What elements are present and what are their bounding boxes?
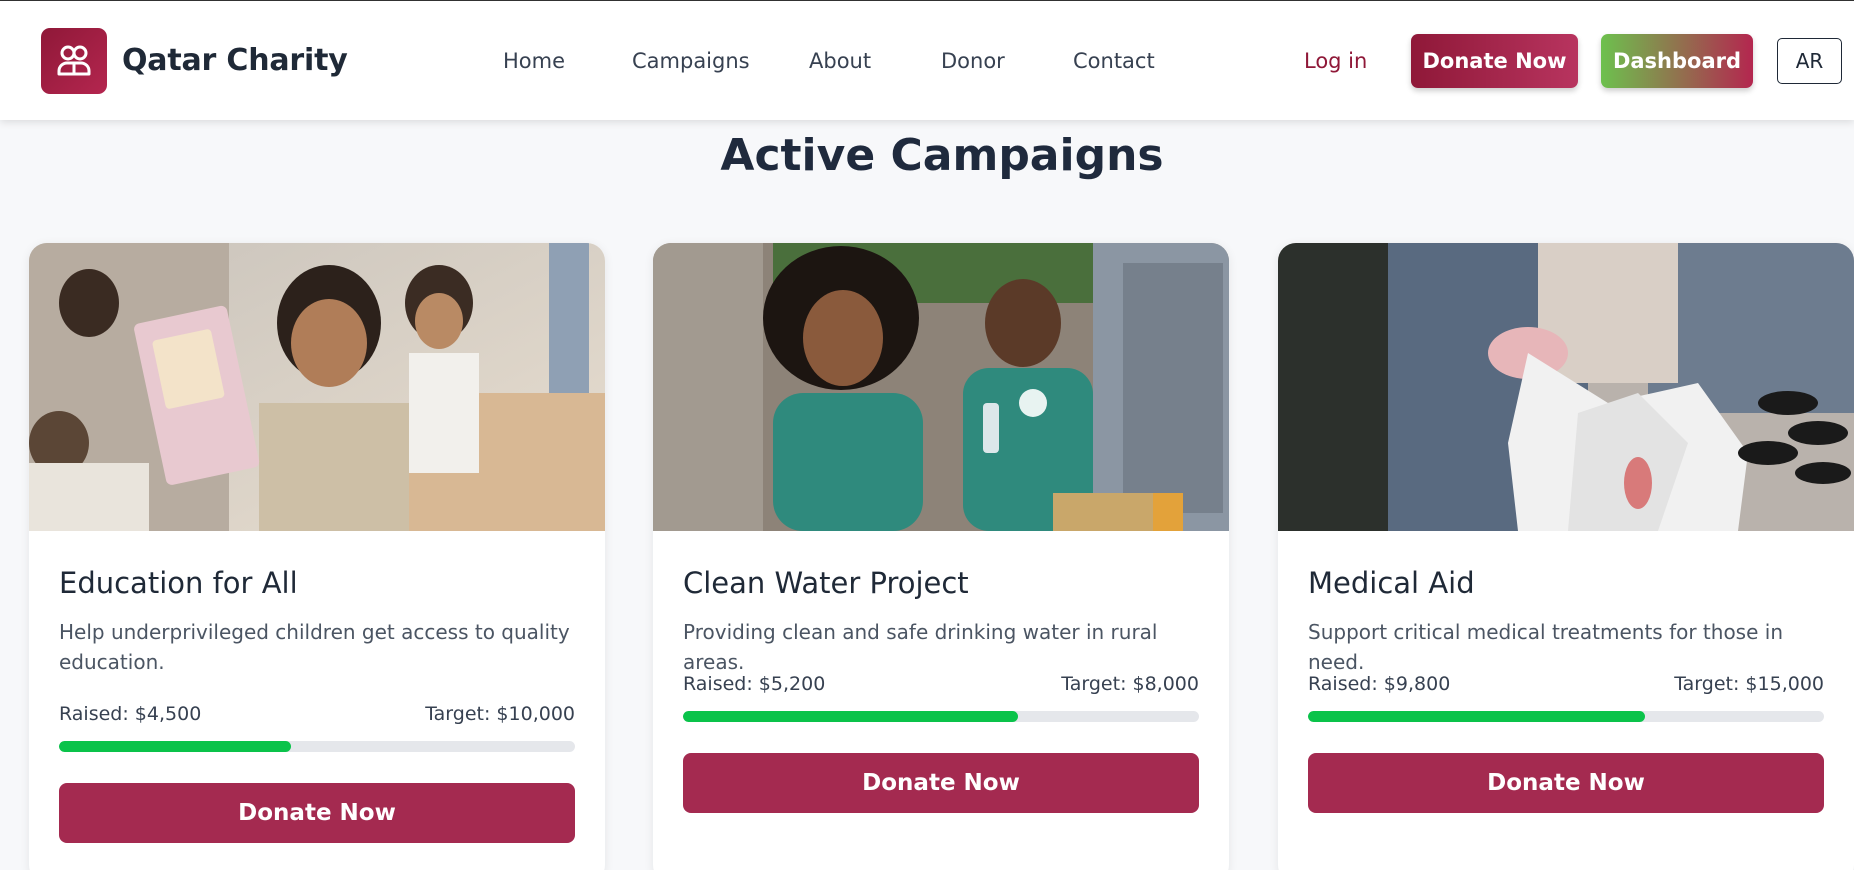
- campaign-title: Clean Water Project: [683, 566, 969, 600]
- campaign-card-medical: Medical Aid Support critical medical tre…: [1278, 243, 1854, 870]
- campaign-image-water: [653, 243, 1229, 531]
- nav-campaigns[interactable]: Campaigns: [632, 49, 750, 73]
- campaign-description: Support critical medical treatments for …: [1308, 620, 1783, 674]
- section-title: Active Campaigns: [720, 130, 1164, 181]
- header-donate-button[interactable]: Donate Now: [1411, 34, 1578, 88]
- target-amount: Target: $15,000: [1674, 673, 1824, 695]
- brand-name[interactable]: Qatar Charity: [122, 43, 348, 78]
- target-amount: Target: $8,000: [1061, 673, 1199, 695]
- target-amount: Target: $10,000: [425, 703, 575, 725]
- donate-button[interactable]: Donate Now: [1308, 753, 1824, 813]
- campaign-title: Medical Aid: [1308, 566, 1475, 600]
- login-link[interactable]: Log in: [1304, 49, 1367, 73]
- dashboard-button[interactable]: Dashboard: [1601, 34, 1753, 88]
- raised-amount: Raised: $5,200: [683, 673, 826, 695]
- campaign-title: Education for All: [59, 566, 298, 600]
- campaign-image-medical: [1278, 243, 1854, 531]
- nav-home[interactable]: Home: [503, 49, 565, 73]
- campaign-card-education: Education for All Help underprivileged c…: [29, 243, 605, 870]
- campaign-description: Providing clean and safe drinking water …: [683, 620, 1158, 674]
- people-icon: [57, 45, 91, 76]
- raised-amount: Raised: $4,500: [59, 703, 202, 725]
- campaign-card-water: Clean Water Project Providing clean and …: [653, 243, 1229, 870]
- raised-amount: Raised: $9,800: [1308, 673, 1451, 695]
- campaign-image-education: [29, 243, 605, 531]
- progress-bar: [683, 711, 1199, 722]
- progress-fill: [59, 741, 292, 752]
- nav-donor[interactable]: Donor: [941, 49, 1005, 73]
- progress-bar: [59, 741, 575, 752]
- nav-contact[interactable]: Contact: [1073, 49, 1155, 73]
- campaign-description: Help underprivileged children get access…: [59, 620, 570, 674]
- donate-button[interactable]: Donate Now: [683, 753, 1199, 813]
- nav-about[interactable]: About: [809, 49, 871, 73]
- logo[interactable]: [41, 28, 107, 94]
- donate-button[interactable]: Donate Now: [59, 783, 575, 843]
- progress-fill: [1308, 711, 1646, 722]
- progress-fill: [683, 711, 1019, 722]
- language-toggle-button[interactable]: AR: [1777, 38, 1842, 84]
- progress-bar: [1308, 711, 1824, 722]
- site-header: Qatar Charity Home Campaigns About Donor…: [0, 1, 1854, 120]
